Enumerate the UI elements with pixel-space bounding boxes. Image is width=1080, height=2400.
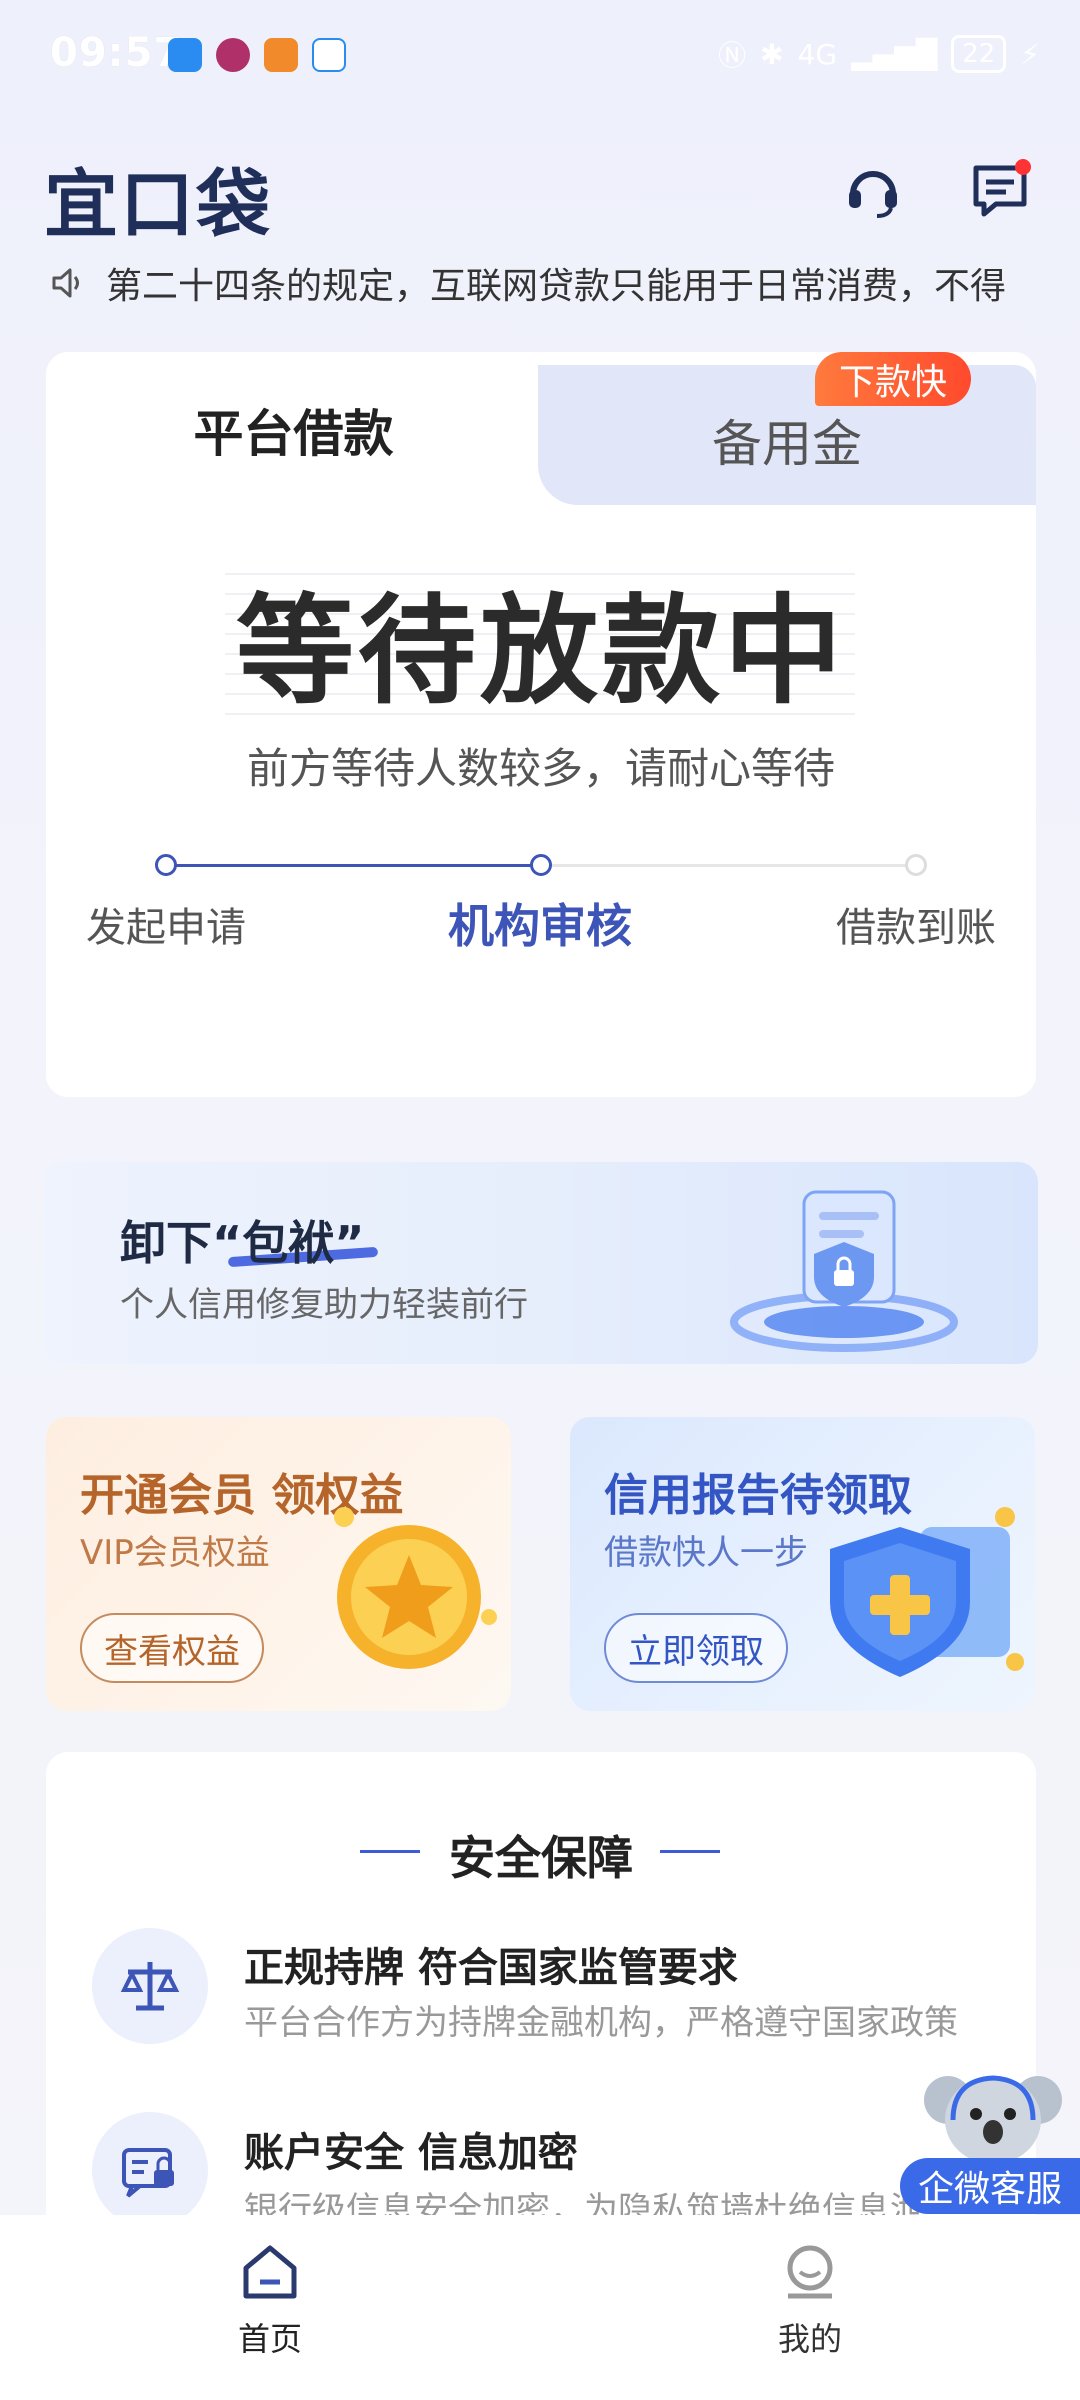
profile-icon bbox=[787, 2245, 833, 2299]
status-icons-right: Ⓝ ✱ 4G ▂▄▆█ 22 ⚡ bbox=[718, 34, 1040, 74]
step-label-apply: 发起申请 bbox=[86, 905, 246, 951]
step-label-review: 机构审核 bbox=[448, 899, 632, 953]
notification-icons bbox=[168, 38, 346, 72]
banner-title: 卸下“包袱” bbox=[120, 1216, 365, 1270]
headset-icon bbox=[849, 171, 897, 218]
safety-title: 安全保障 bbox=[449, 1831, 633, 1885]
banner-subtitle: 个人信用修复助力轻装前行 bbox=[120, 1285, 528, 1325]
id-card-lock-icon bbox=[122, 2148, 174, 2198]
signal-icon: 4G bbox=[797, 37, 838, 71]
charging-icon: ⚡ bbox=[1020, 37, 1040, 71]
app-logo: 宜口袋 bbox=[44, 162, 272, 248]
step-dot-arrival bbox=[905, 854, 927, 876]
nav-home[interactable]: 首页 bbox=[170, 2240, 370, 2360]
speaker-icon bbox=[52, 268, 79, 298]
status-time: 09:57 bbox=[50, 30, 183, 76]
step-dot-apply bbox=[155, 854, 177, 876]
signal-bars-icon: ▂▄▆█ bbox=[851, 37, 938, 71]
credit-report-promo-card[interactable]: 信用报告待领取 借款快人一步 立即领取 bbox=[570, 1417, 1035, 1711]
fast-badge: 下款快 bbox=[815, 352, 972, 406]
safety-item-icon-wrap bbox=[92, 2112, 208, 2228]
shield-plus-icon bbox=[830, 1507, 1024, 1677]
scale-icon bbox=[120, 1962, 180, 2011]
avatar-app-icon bbox=[216, 38, 250, 72]
loan-status-title: 等待放款中 bbox=[235, 582, 846, 720]
blue-app-icon bbox=[312, 38, 346, 72]
home-icon bbox=[243, 2245, 297, 2299]
vip-promo-card[interactable]: 开通会员 领权益 VIP会员权益 查看权益 bbox=[46, 1417, 511, 1711]
claim-now-button[interactable]: 立即领取 bbox=[604, 1613, 788, 1683]
progress-pending-line bbox=[541, 864, 916, 867]
chat-app-icon bbox=[168, 38, 202, 72]
nfc-icon: Ⓝ bbox=[718, 39, 747, 72]
unread-dot bbox=[1015, 159, 1031, 175]
step-label-arrival: 借款到账 bbox=[836, 905, 996, 951]
orange-app-icon bbox=[264, 38, 298, 72]
bluetooth-icon: ✱ bbox=[760, 37, 784, 71]
wechat-service-button[interactable]: 企微客服 bbox=[899, 2158, 1080, 2214]
step-dot-review bbox=[530, 854, 552, 876]
nav-home-label: 首页 bbox=[237, 2320, 302, 2358]
progress-done-line bbox=[166, 864, 541, 867]
notice-text: 第二十四条的规定，互联网贷款只能用于日常消费，不得 bbox=[106, 266, 1007, 307]
tab-platform-loan[interactable]: 平台借款 bbox=[46, 370, 541, 490]
credit-report-subtitle: 借款快人一步 bbox=[604, 1533, 808, 1573]
safety-item-title: 正规持牌 符合国家监管要求 bbox=[244, 1945, 738, 1991]
notice-bar[interactable]: 第二十四条的规定，互联网贷款只能用于日常消费，不得 bbox=[50, 255, 1040, 311]
loan-status-subtitle: 前方等待人数较多，请耐心等待 bbox=[246, 744, 835, 793]
battery-icon: 22 bbox=[951, 35, 1007, 73]
nav-mine-label: 我的 bbox=[777, 2320, 842, 2358]
bottom-nav bbox=[0, 2215, 1080, 2400]
gold-coin-star-icon bbox=[334, 1507, 497, 1669]
shield-lock-illustration bbox=[730, 1190, 958, 1352]
message-button[interactable] bbox=[965, 155, 1035, 225]
nav-mine[interactable]: 我的 bbox=[710, 2240, 910, 2360]
customer-service-button[interactable] bbox=[838, 155, 908, 225]
safety-item-subtitle: 平台合作方为持牌金融机构，严格遵守国家政策 bbox=[244, 2003, 958, 2043]
safety-item-title: 账户安全 信息加密 bbox=[244, 2130, 578, 2176]
koala-mascot-icon bbox=[924, 2075, 1062, 2164]
view-benefits-button[interactable]: 查看权益 bbox=[80, 1613, 264, 1683]
vip-subtitle: VIP会员权益 bbox=[80, 1533, 270, 1573]
safety-item-icon-wrap bbox=[92, 1928, 208, 2044]
